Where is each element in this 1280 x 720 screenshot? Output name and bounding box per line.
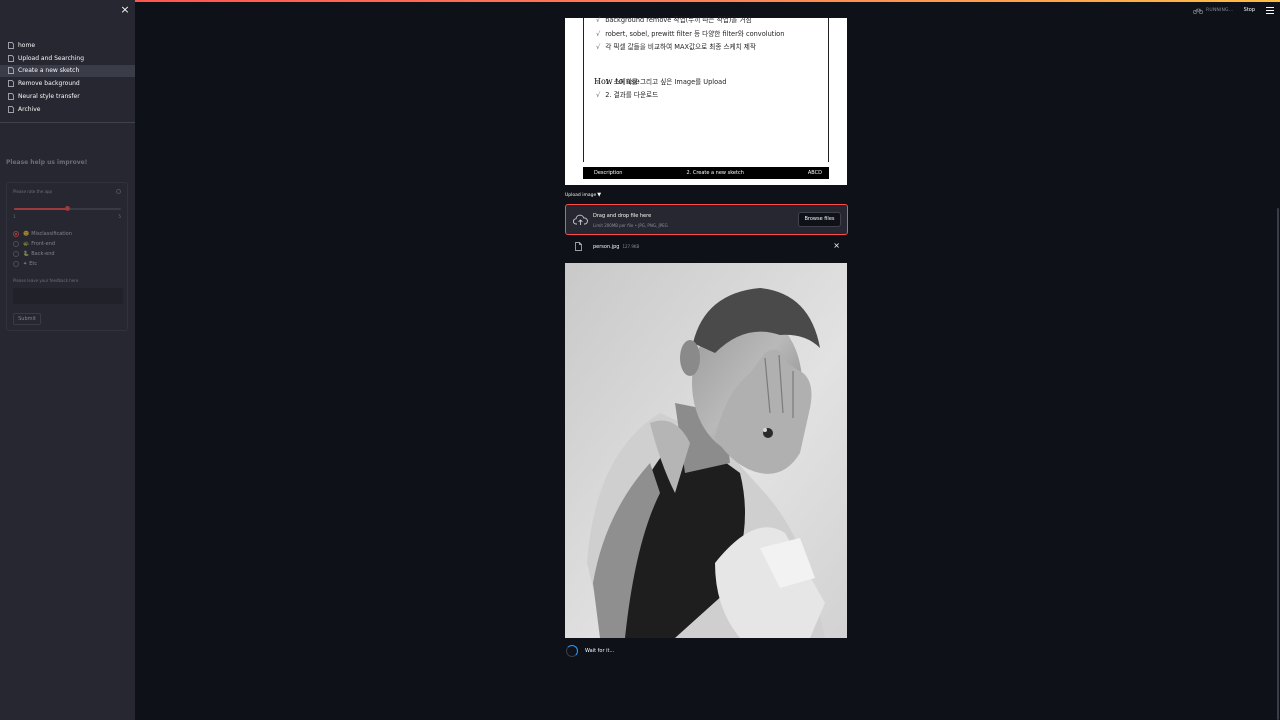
radio-etc[interactable]: ✦ Etc [13, 261, 37, 267]
doc-line: √ 각 픽셀 값들을 비교하여 MAX값으로 최종 스케치 제작 [596, 43, 756, 51]
check-icon: √ [596, 16, 601, 24]
sidebar-divider [0, 122, 135, 123]
document-footer: Description 2. Create a new sketch ABCD [583, 167, 829, 179]
running-text: RUNNING... [1206, 7, 1234, 13]
radio-dot [13, 241, 19, 247]
feedback-input[interactable] [13, 288, 123, 304]
page-scrollbar[interactable] [1277, 208, 1279, 720]
bicycle-icon [1193, 8, 1203, 14]
check-icon: √ [596, 43, 601, 51]
radio-misclassification[interactable]: 🙂 Misclassification [13, 231, 72, 237]
footer-left: Description [594, 170, 623, 176]
sidebar-nav: home Upload and Searching Create a new s… [0, 39, 135, 116]
page-icon [8, 54, 14, 62]
radio-label: Misclassification [31, 231, 72, 237]
file-size: 127.9KB [622, 244, 640, 249]
upload-label: Upload image ▼ [565, 192, 602, 198]
page-icon [8, 42, 14, 49]
nav-item-archive[interactable]: Archive [0, 103, 135, 116]
wait-message: Wait for it... [585, 648, 615, 654]
description-image: √ background remove 작업(누끼 따는 작업)을 거침 √ rob… [565, 16, 847, 185]
radio-label: Front-end [31, 241, 56, 247]
page-icon [8, 106, 14, 113]
footer-right: ABCD [807, 170, 822, 176]
dropzone-limit: Limit 200MB per file • JPG, PNG, JPEG [593, 223, 668, 228]
check-icon: √ [596, 78, 601, 86]
rate-label: Please rate the app [13, 189, 53, 194]
nav-item-neural-style-transfer[interactable]: Neural style transfer [0, 90, 135, 103]
top-progress-line [0, 0, 1280, 2]
rating-slider[interactable] [14, 206, 121, 211]
page-icon [8, 67, 14, 75]
triangle-down-icon: ▼ [597, 192, 602, 198]
doc-line: √ 2. 결과를 다운로드 [596, 91, 659, 99]
doc-line: √ background remove 작업(누끼 따는 작업)을 거침 [596, 16, 752, 24]
submit-button[interactable]: Submit [13, 313, 41, 325]
nav-label: Archive [18, 105, 41, 113]
sidebar-close-button[interactable]: × [119, 4, 131, 16]
radio-label: Etc [29, 261, 38, 267]
slider-max-label: 5 [118, 214, 121, 219]
page-icon [8, 93, 14, 100]
check-icon: √ [596, 91, 601, 99]
radio-dot [13, 231, 19, 237]
check-icon: √ [596, 30, 601, 38]
file-dropzone[interactable]: Drag and drop file here Limit 200MB per … [565, 204, 848, 235]
nav-item-upload-and-searching[interactable]: Upload and Searching [0, 52, 135, 65]
nav-item-create-a-new-sketch[interactable]: Create a new sketch [0, 64, 135, 78]
hamburger-menu-icon[interactable] [1266, 6, 1274, 14]
nav-item-remove-background[interactable]: Remove background [0, 77, 135, 90]
radio-dot [13, 251, 19, 257]
dropzone-title: Drag and drop file here [593, 213, 652, 219]
radio-back-end[interactable]: 🐍 Back-end [13, 251, 55, 257]
loading-spinner-icon [566, 645, 578, 657]
browse-files-button[interactable]: Browse files [798, 212, 841, 227]
help-heading: Please help us improve! [6, 159, 88, 166]
sidebar: × home Upload and Searching Create a new… [0, 0, 135, 720]
help-icon[interactable] [116, 189, 121, 194]
feedback-label: Please leave your feedback here [13, 278, 79, 283]
nav-label: Neural style transfer [18, 93, 80, 101]
slider-thumb[interactable] [65, 206, 70, 211]
slider-fill [14, 208, 68, 210]
radio-dot [13, 261, 19, 267]
radio-front-end[interactable]: 🐢 Front-end [13, 241, 55, 247]
snake-icon: 🐍 [23, 251, 30, 257]
file-name: person.jpg 127.9KB [593, 244, 640, 250]
radio-label: Back-end [31, 251, 55, 257]
nav-label: Remove background [18, 80, 80, 88]
app-header: RUNNING... Stop [1193, 0, 1280, 20]
person-photo-illustration [565, 263, 847, 638]
running-status: RUNNING... [1193, 7, 1234, 14]
sparkle-icon: ✦ [23, 261, 28, 267]
page-icon [8, 80, 14, 88]
nav-label: Create a new sketch [18, 67, 80, 75]
cloud-upload-icon [573, 214, 588, 225]
nav-label: Upload and Searching [18, 54, 85, 62]
slider-min-label: 1 [13, 214, 16, 219]
uploaded-photo [565, 263, 847, 638]
stop-button[interactable]: Stop [1244, 7, 1255, 13]
turtle-icon: 🐢 [23, 241, 30, 247]
remove-file-button[interactable]: × [833, 241, 840, 250]
nav-label: home [18, 41, 36, 49]
smile-icon: 🙂 [23, 231, 30, 237]
file-icon [575, 242, 582, 251]
nav-item-home[interactable]: home [0, 39, 135, 52]
feedback-form: Please rate the app 1 5 🙂 Misclassificat… [6, 182, 128, 331]
doc-line: √ 1. 스케치를 그리고 싶은 Image를 Upload [596, 78, 727, 86]
footer-center: 2. Create a new sketch [686, 170, 744, 176]
doc-line: √ robert, sobel, prewitt filter 등 다양한 fil… [596, 30, 785, 38]
uploaded-file: person.jpg 127.9KB × [565, 240, 848, 255]
